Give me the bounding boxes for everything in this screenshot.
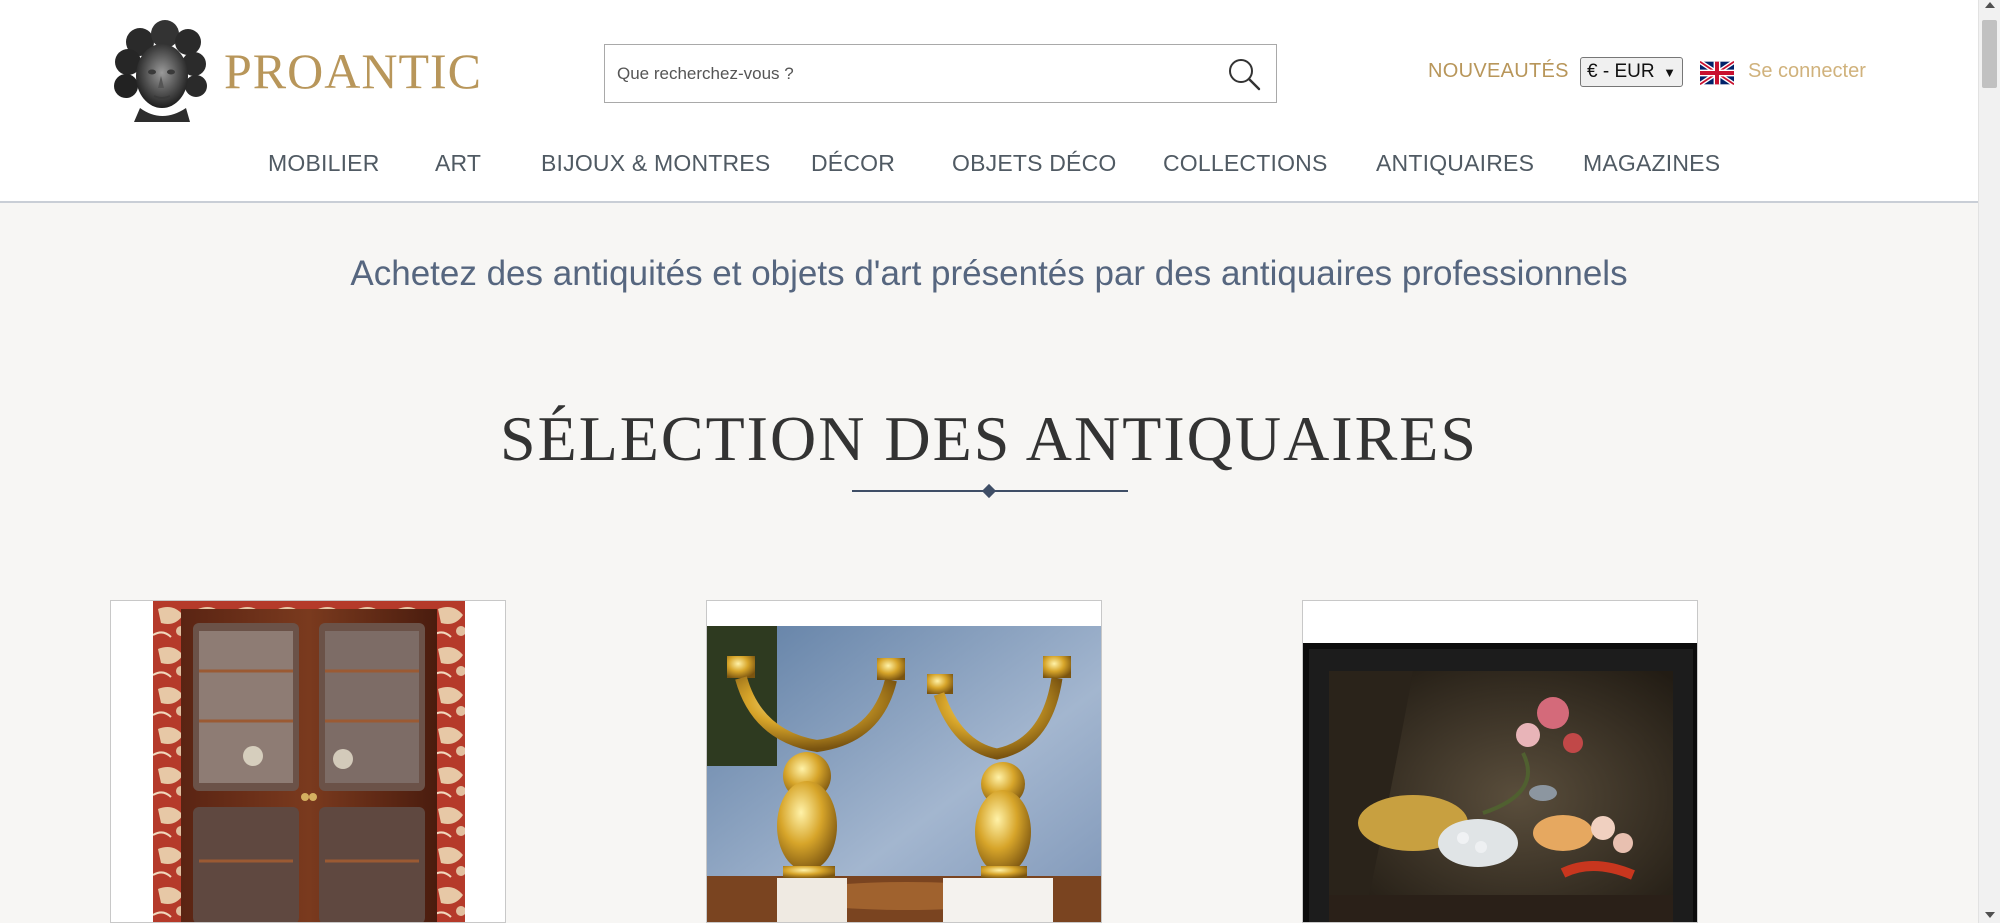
nav-item-collections[interactable]: COLLECTIONS xyxy=(1163,150,1328,177)
bust-icon xyxy=(110,20,210,122)
uk-flag-icon[interactable] xyxy=(1698,59,1736,87)
tagline: Achetez des antiquités et objets d'art p… xyxy=(350,254,1628,293)
search-bar xyxy=(604,44,1277,103)
bookcase-image xyxy=(153,601,465,922)
nav-item-bijoux-montres[interactable]: BIJOUX & MONTRES xyxy=(541,150,770,177)
scrollbar-thumb[interactable] xyxy=(1982,20,1997,88)
page-scrollbar[interactable] xyxy=(1978,0,2000,923)
nav-item-decor[interactable]: DÉCOR xyxy=(811,150,895,177)
login-link[interactable]: Se connecter xyxy=(1748,60,1866,83)
logo[interactable]: PROANTIC xyxy=(110,20,482,122)
nav-item-art[interactable]: ART xyxy=(435,150,481,177)
currency-value: € - EUR xyxy=(1587,61,1655,82)
product-card-still-life[interactable] xyxy=(1302,600,1698,923)
nav-item-antiquaires[interactable]: ANTIQUAIRES xyxy=(1376,150,1534,177)
product-card-candelabra[interactable] xyxy=(706,600,1102,923)
site-header: PROANTIC NOUVEAUTÉS € - EUR ▼ Se connect… xyxy=(0,0,1978,203)
search-icon[interactable] xyxy=(1226,56,1262,92)
candelabra-image xyxy=(707,626,1101,922)
scroll-down-arrow-icon[interactable] xyxy=(1985,912,1995,918)
divider-diamond xyxy=(981,483,997,499)
nouveautes-link[interactable]: NOUVEAUTÉS xyxy=(1428,60,1569,83)
main-nav: MOBILIER ART BIJOUX & MONTRES DÉCOR OBJE… xyxy=(0,150,1978,180)
nav-item-mobilier[interactable]: MOBILIER xyxy=(268,150,380,177)
section-title: SÉLECTION DES ANTIQUAIRES xyxy=(500,403,1478,474)
brand-name: PROANTIC xyxy=(224,43,483,99)
still-life-image xyxy=(1303,643,1697,922)
scroll-up-arrow-icon[interactable] xyxy=(1985,2,1995,8)
chevron-down-icon: ▼ xyxy=(1663,65,1676,80)
currency-select[interactable]: € - EUR ▼ xyxy=(1580,57,1683,87)
search-input[interactable] xyxy=(617,45,1197,102)
nav-item-magazines[interactable]: MAGAZINES xyxy=(1583,150,1720,177)
nav-item-objets-deco[interactable]: OBJETS DÉCO xyxy=(952,150,1117,177)
product-card-bookcase[interactable] xyxy=(110,600,506,923)
